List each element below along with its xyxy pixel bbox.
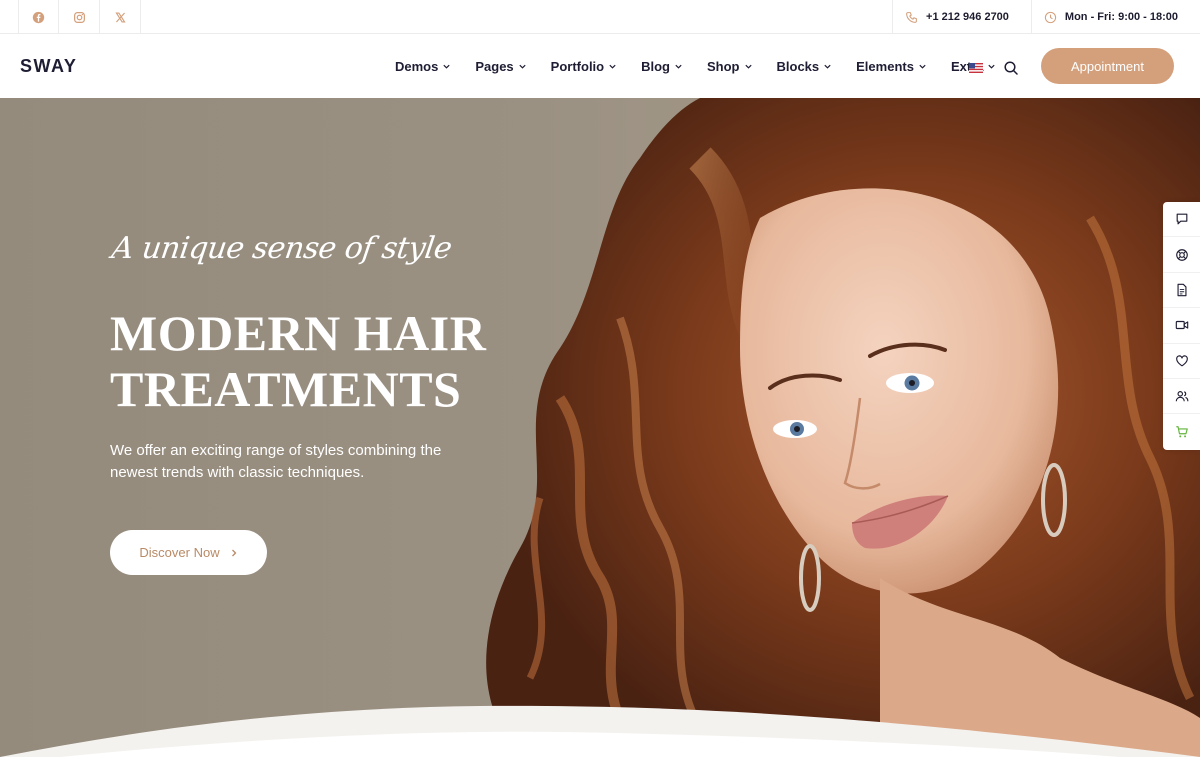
clock-icon — [1044, 11, 1057, 23]
nav-label: Blocks — [776, 58, 820, 74]
users-button[interactable] — [1163, 379, 1200, 415]
chevron-right-icon — [231, 549, 237, 556]
facebook-link[interactable] — [18, 0, 59, 34]
chevron-down-icon — [675, 64, 682, 69]
chevron-down-icon — [919, 64, 926, 69]
nav-label: Demos — [395, 58, 439, 74]
document-icon — [1176, 283, 1187, 297]
chevron-down-icon — [443, 64, 450, 69]
chevron-down-icon — [609, 64, 616, 69]
contact-info: +1 212 946 2700 Mon - Fri: 9:00 - 18:00 — [892, 0, 1200, 34]
hero-script-tagline: A unique sense of style — [109, 231, 454, 266]
discover-now-button[interactable]: Discover Now — [110, 530, 267, 575]
hours-text: Mon - Fri: 9:00 - 18:00 — [1064, 11, 1178, 23]
nav-portfolio[interactable]: Portfolio — [539, 34, 629, 98]
cart-icon — [1175, 426, 1188, 438]
nav-demos[interactable]: Demos — [383, 34, 463, 98]
cart-button[interactable] — [1163, 414, 1200, 449]
hero-section: A unique sense of style MODERN HAIR TREA… — [0, 98, 1200, 757]
nav-label: Portfolio — [550, 58, 605, 74]
nav-shop[interactable]: Shop — [695, 34, 765, 98]
video-button[interactable] — [1163, 308, 1200, 344]
x-twitter-icon — [114, 11, 126, 23]
video-icon — [1175, 321, 1188, 330]
hero-title-line2: TREATMENTS — [110, 361, 462, 417]
phone-contact[interactable]: +1 212 946 2700 — [892, 0, 1031, 34]
nav-blog[interactable]: Blog — [629, 34, 695, 98]
heart-icon — [1175, 355, 1188, 367]
nav-label: Pages — [475, 58, 514, 74]
instagram-link[interactable] — [59, 0, 100, 34]
opening-hours: Mon - Fri: 9:00 - 18:00 — [1030, 0, 1200, 34]
us-flag-icon[interactable] — [969, 63, 983, 73]
instagram-icon — [73, 11, 85, 23]
hero-title: MODERN HAIR TREATMENTS — [110, 305, 530, 417]
chevron-down-icon — [744, 64, 752, 69]
nav-label: Shop — [707, 58, 740, 74]
chevron-down-icon — [519, 64, 526, 69]
social-links — [18, 0, 141, 34]
appointment-button[interactable]: Appointment — [1041, 48, 1174, 84]
hero-title-line1: MODERN HAIR — [110, 305, 487, 361]
main-nav: Demos Pages Portfolio Blog Shop Blocks E… — [383, 34, 1008, 98]
phone-number: +1 212 946 2700 — [926, 11, 1009, 23]
phone-icon — [906, 11, 917, 23]
wishlist-button[interactable] — [1163, 344, 1200, 379]
nav-label: Elements — [856, 58, 914, 74]
hero-description: We offer an exciting range of styles com… — [110, 442, 442, 481]
main-header: SWAY Demos Pages Portfolio Blog Shop Blo… — [0, 34, 1200, 98]
x-link[interactable] — [100, 0, 141, 34]
hero-model-image — [0, 98, 1200, 757]
chevron-down-icon — [824, 64, 831, 69]
side-toolbar — [1163, 202, 1200, 450]
users-icon — [1175, 391, 1188, 402]
chat-icon — [1176, 213, 1187, 225]
chevron-down-icon — [988, 64, 996, 69]
nav-pages[interactable]: Pages — [463, 34, 538, 98]
docs-button[interactable] — [1163, 273, 1200, 309]
facebook-icon — [32, 11, 45, 23]
top-bar: +1 212 946 2700 Mon - Fri: 9:00 - 18:00 — [0, 0, 1200, 34]
support-icon — [1175, 248, 1188, 261]
site-logo[interactable]: SWAY — [20, 56, 77, 77]
search-icon[interactable] — [1003, 60, 1019, 76]
support-button[interactable] — [1163, 237, 1200, 273]
nav-blocks[interactable]: Blocks — [765, 34, 845, 98]
nav-elements[interactable]: Elements — [844, 34, 939, 98]
chat-button[interactable] — [1163, 202, 1200, 238]
discover-label: Discover Now — [139, 545, 220, 560]
nav-label: Blog — [641, 58, 670, 74]
